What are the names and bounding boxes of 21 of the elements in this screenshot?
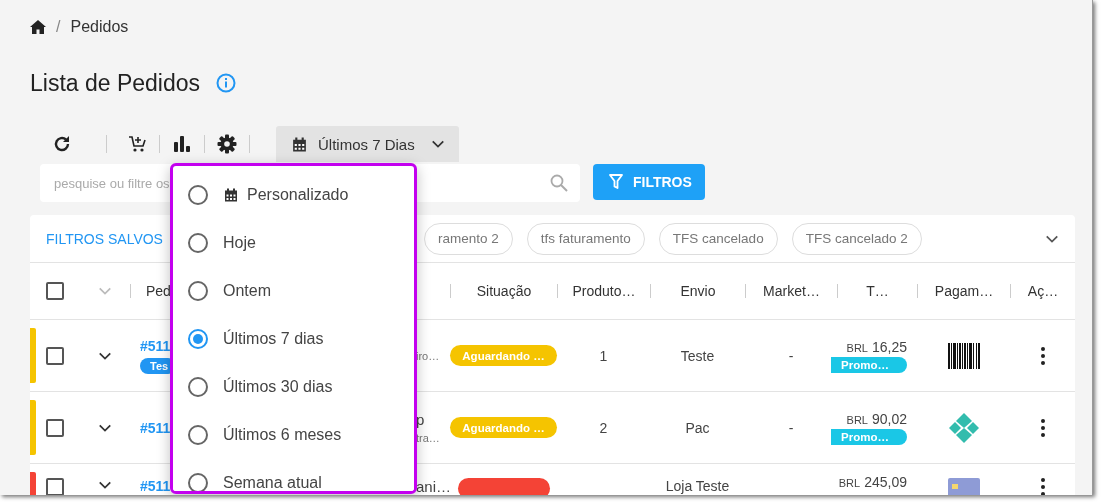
products-count: 1 [599,347,608,364]
customer-detail: iro… [416,349,440,362]
customer-name: p [416,411,425,428]
shipping-method: Pac [685,419,710,436]
breadcrumb-current: Pedidos [70,18,129,36]
marketplace: - [788,419,794,436]
status-badge: Aguardando … [450,345,557,366]
order-total: BRL 16,25 [846,338,907,355]
marketplace: - [788,347,794,364]
promo-badge: Promo… [831,356,907,373]
status-badge: Aguardando … [450,417,557,438]
breadcrumb-separator: / [56,18,61,36]
customer-name: ani… [416,478,452,495]
customer-detail: tra… [416,432,440,444]
order-total: BRL 90,02 [846,410,907,427]
products-count: 2 [599,419,608,436]
order-total: BRL 245,09 [838,474,907,490]
promo-badge: Promo… [831,428,907,445]
shipping-method: Teste [680,347,715,364]
page-title: Lista de Pedidos [30,69,201,97]
shipping-method: Loja Teste [665,478,730,494]
